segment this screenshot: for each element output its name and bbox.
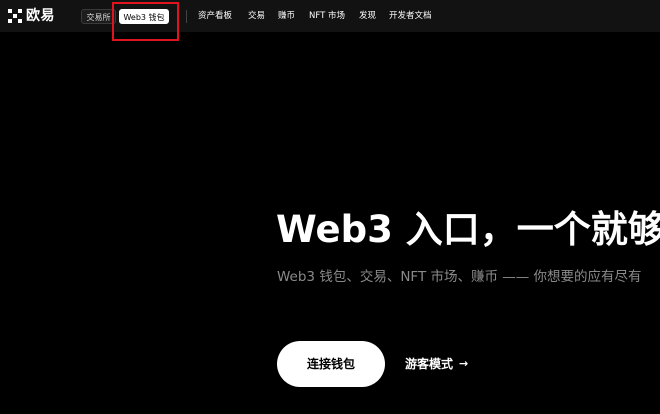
logo-text: 欧易: [26, 8, 55, 24]
nav-item-developer-docs[interactable]: 开发者文档: [389, 10, 432, 23]
guest-mode-label: 游客模式: [405, 357, 454, 371]
connect-wallet-button[interactable]: 连接钱包: [277, 341, 385, 387]
page: 欧易 交易所 Web3 钱包 资产看板 交易 赚币 NFT 市场 发现 开发者文…: [0, 0, 660, 414]
nav-divider: [186, 10, 187, 23]
top-navigation-bar: 欧易 交易所 Web3 钱包 资产看板 交易 赚币 NFT 市场 发现 开发者文…: [0, 0, 660, 32]
nav-item-asset-dashboard[interactable]: 资产看板: [198, 10, 232, 23]
logo-mark-icon: [8, 9, 22, 23]
guest-mode-link[interactable]: 游客模式 →: [405, 355, 468, 373]
highlight-annotation-box: [112, 2, 179, 41]
okx-logo[interactable]: 欧易: [8, 7, 55, 25]
arrow-right-icon: →: [459, 357, 469, 370]
nav-item-earn[interactable]: 赚币: [278, 10, 295, 23]
nav-item-discover[interactable]: 发现: [359, 10, 376, 23]
hero-title: Web3 入口，一个就够: [276, 208, 660, 251]
nav-item-trade[interactable]: 交易: [248, 10, 265, 23]
hero-subtitle: Web3 钱包、交易、NFT 市场、赚币 —— 你想要的应有尽有: [277, 269, 642, 285]
nav-item-nft-market[interactable]: NFT 市场: [309, 10, 345, 23]
exchange-toggle-button[interactable]: 交易所: [81, 9, 116, 24]
